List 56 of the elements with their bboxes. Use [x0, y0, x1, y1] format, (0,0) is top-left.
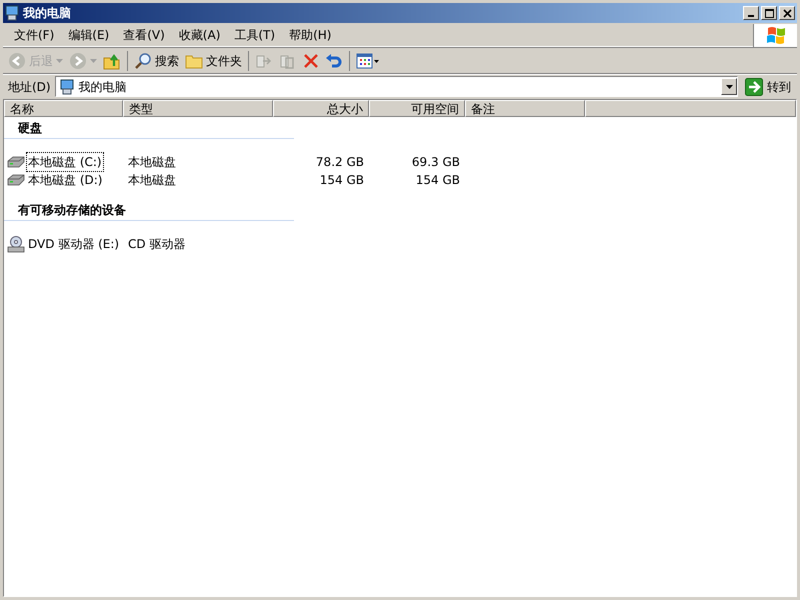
dvd-drive-icon [7, 236, 25, 252]
dropdown-caret-icon [726, 84, 732, 88]
close-icon [782, 8, 792, 18]
menu-item[interactable]: 工具(T) [227, 24, 282, 46]
column-header[interactable]: 总大小 [273, 100, 369, 117]
computer-icon [5, 5, 19, 21]
menu-item[interactable]: 帮助(H) [282, 24, 338, 46]
close-button[interactable] [779, 6, 795, 20]
column-header[interactable]: 可用空间 [369, 100, 465, 117]
group-header: 有可移动存储的设备 [18, 203, 126, 217]
drive-type: CD 驱动器 [127, 236, 186, 253]
drive-type: 本地磁盘 [127, 154, 177, 171]
drive-type: 本地磁盘 [127, 172, 177, 189]
drive-name: 本地磁盘 (C:) [26, 152, 104, 172]
menu-item[interactable]: 文件(F) [7, 24, 62, 46]
free-space: 154 GB [414, 172, 461, 189]
maximize-icon [764, 8, 774, 18]
dropdown-caret-icon [90, 58, 97, 62]
minimize-icon [748, 14, 754, 16]
window-title: 我的电脑 [23, 5, 71, 22]
column-header[interactable]: 备注 [465, 100, 585, 117]
dropdown-caret-icon [56, 58, 63, 62]
delete-icon [303, 52, 319, 68]
search-icon [134, 52, 152, 70]
group-header: 硬盘 [18, 121, 42, 135]
folders-button[interactable]: 文件夹 [183, 50, 244, 72]
hard-drive-icon [7, 174, 25, 186]
folder-icon [185, 52, 203, 68]
search-button[interactable]: 搜索 [132, 50, 181, 72]
menu-item[interactable]: 查看(V) [116, 24, 172, 46]
go-button[interactable]: 转到 [742, 76, 797, 98]
hard-drive-icon [7, 156, 25, 168]
menu-item[interactable]: 收藏(A) [172, 24, 228, 46]
maximize-button[interactable] [761, 6, 777, 20]
drive-name: DVD 驱动器 (E:) [27, 236, 120, 253]
address-label: 地址(D) [8, 78, 51, 96]
drive-row[interactable]: 本地磁盘 (D:) 本地磁盘 154 GB 154 GB [4, 171, 796, 189]
menu-item[interactable]: 编辑(E) [61, 24, 116, 46]
dropdown-button[interactable] [721, 78, 737, 95]
drive-row[interactable]: 本地磁盘 (C:) 本地磁盘 78.2 GB 69.3 GB [4, 153, 796, 171]
address-field[interactable]: 我的电脑 [54, 76, 738, 97]
address-value: 我的电脑 [78, 78, 127, 96]
total-size: 78.2 GB [314, 154, 365, 171]
flag-icon [766, 26, 786, 44]
total-size: 154 GB [318, 172, 365, 189]
drive-name: 本地磁盘 (D:) [27, 172, 104, 189]
go-arrow-icon [745, 78, 763, 96]
computer-icon [60, 78, 74, 94]
column-header[interactable]: 名称 [4, 100, 123, 117]
free-space: 69.3 GB [410, 154, 461, 171]
folder-up-icon [103, 52, 121, 70]
views-grid-icon [356, 52, 380, 68]
minimize-button[interactable] [743, 6, 759, 20]
undo-icon [325, 52, 343, 70]
column-header[interactable]: 类型 [123, 100, 273, 117]
drive-row[interactable]: DVD 驱动器 (E:) CD 驱动器 [4, 235, 796, 253]
